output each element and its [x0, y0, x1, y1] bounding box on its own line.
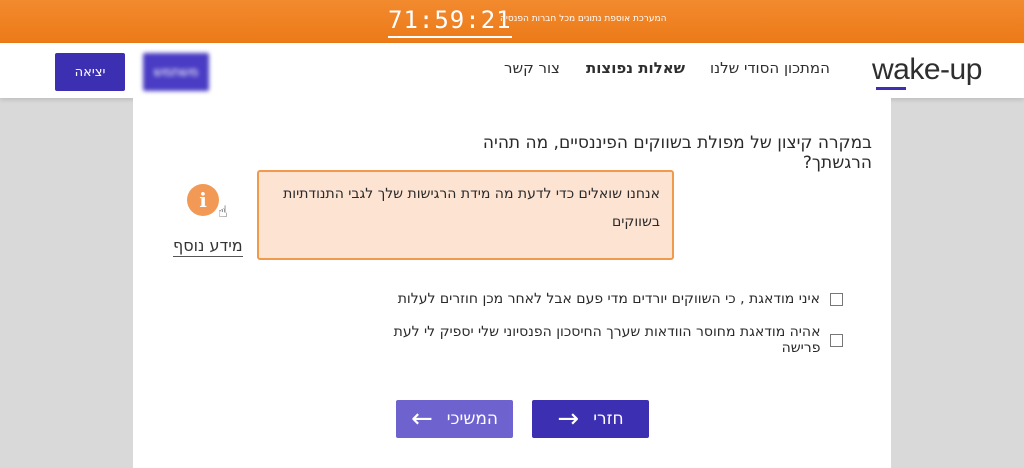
- option-2-checkbox[interactable]: [830, 333, 843, 347]
- option-1-label: איני מודאגת , כי השווקים יורדים מדי פעם …: [397, 291, 820, 307]
- hand-cursor-icon: ☝: [218, 202, 228, 221]
- logo-underline: [876, 87, 906, 90]
- data-collection-notice: המערכת אוספת נתונים מכל חברות הפנסיה: [500, 14, 667, 24]
- nav-contact[interactable]: צור קשר: [504, 59, 560, 77]
- info-tooltip: אנחנו שואלים כדי לדעת מה מידת הרגישות של…: [257, 170, 674, 260]
- arrow-left-icon: ←: [410, 404, 433, 434]
- top-status-bar: המערכת אוספת נתונים מכל חברות הפנסיה 71:…: [0, 0, 1024, 43]
- back-label: חזרי: [593, 409, 624, 429]
- arrow-right-icon: →: [557, 404, 580, 434]
- user-button[interactable]: משתמש: [143, 53, 209, 91]
- option-2[interactable]: אהיה מודאגת מחוסר הוודאות שערך החיסכון ה…: [369, 324, 843, 356]
- countdown-timer: 71:59:21: [388, 6, 512, 38]
- nav-faq[interactable]: שאלות נפוצות: [586, 59, 685, 77]
- site-header: יציאה משתמש צור קשר שאלות נפוצות המתכון …: [0, 43, 1024, 98]
- option-1[interactable]: איני מודאגת , כי השווקים יורדים מדי פעם …: [369, 291, 843, 307]
- continue-label: המשיכי: [446, 409, 499, 429]
- back-button[interactable]: חזרי →: [532, 400, 649, 438]
- logout-button[interactable]: יציאה: [55, 53, 125, 91]
- brand-logo[interactable]: wake-up: [872, 53, 982, 87]
- continue-button[interactable]: המשיכי ←: [396, 400, 513, 438]
- option-1-checkbox[interactable]: [830, 292, 843, 306]
- option-2-label: אהיה מודאגת מחוסר הוודאות שערך החיסכון ה…: [393, 324, 821, 356]
- info-icon[interactable]: i: [187, 184, 219, 216]
- nav-secret-recipe[interactable]: המתכון הסודי שלנו: [710, 59, 830, 77]
- more-info-link[interactable]: מידע נוסף: [173, 236, 243, 257]
- question-text: במקרה קיצון של מפולת בשווקים הפיננסיים, …: [482, 133, 872, 173]
